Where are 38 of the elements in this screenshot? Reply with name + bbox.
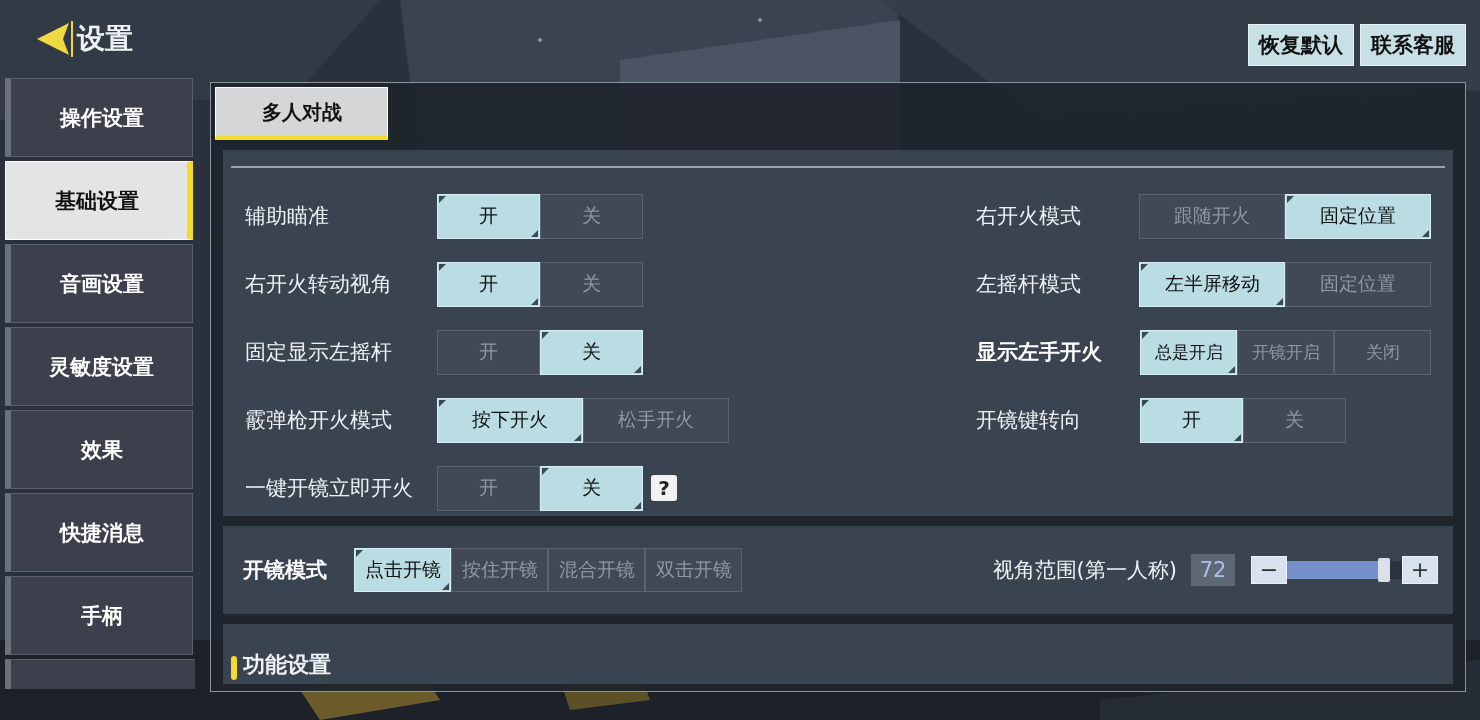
setting-label: 一键开镜立即开火 (245, 475, 414, 502)
setting-label: 显示左手开火 (976, 339, 1103, 366)
page-title: 设置 (77, 21, 133, 57)
minus-button[interactable]: − (1251, 556, 1287, 584)
sidebar-item[interactable]: 效果 (5, 410, 193, 489)
option-button[interactable]: 关 (540, 465, 643, 511)
section-title: 功能设置 (243, 651, 331, 679)
fov-value: 72 (1191, 554, 1235, 586)
setting-label: 开镜键转向 (976, 407, 1082, 434)
option-button[interactable]: 关 (540, 329, 643, 375)
sidebar-item[interactable]: 基础设置 (5, 161, 193, 240)
plus-button[interactable]: + (1402, 556, 1438, 584)
setting-label: 固定显示左摇杆 (245, 339, 393, 366)
setting-label: 辅助瞄准 (245, 203, 330, 230)
option-button[interactable]: 开 (1140, 397, 1243, 443)
fov-slider[interactable] (1287, 561, 1402, 579)
option-button[interactable]: 左半屏移动 (1139, 261, 1285, 307)
setting-label: 霰弹枪开火模式 (245, 407, 393, 434)
option-button[interactable]: 固定位置 (1285, 193, 1431, 239)
setting-label: 左摇杆模式 (976, 271, 1082, 298)
sidebar-item[interactable]: 手柄 (5, 576, 193, 655)
sidebar-item[interactable]: 快捷消息 (5, 493, 193, 572)
mode-tab[interactable]: 多人对战 (215, 87, 388, 140)
option-button[interactable]: 按下开火 (437, 397, 583, 443)
option-button[interactable]: 总是开启 (1140, 329, 1237, 375)
option-button[interactable]: 开 (437, 261, 540, 307)
option-button[interactable]: 开 (437, 193, 540, 239)
sidebar-item[interactable]: 灵敏度设置 (5, 327, 193, 406)
option-button[interactable]: 点击开镜 (354, 548, 451, 592)
sidebar-item[interactable]: 操作设置 (5, 78, 193, 157)
setting-label: 右开火模式 (976, 203, 1082, 230)
setting-label: 右开火转动视角 (245, 271, 393, 298)
top-button[interactable]: 恢复默认 (1248, 24, 1354, 66)
sidebar-item[interactable]: 音画设置 (5, 244, 193, 323)
setting-label: 开镜模式 (243, 557, 328, 584)
help-icon[interactable]: ? (651, 475, 677, 501)
top-button[interactable]: 联系客服 (1360, 24, 1466, 66)
setting-label: 视角范围(第一人称) (992, 557, 1177, 584)
